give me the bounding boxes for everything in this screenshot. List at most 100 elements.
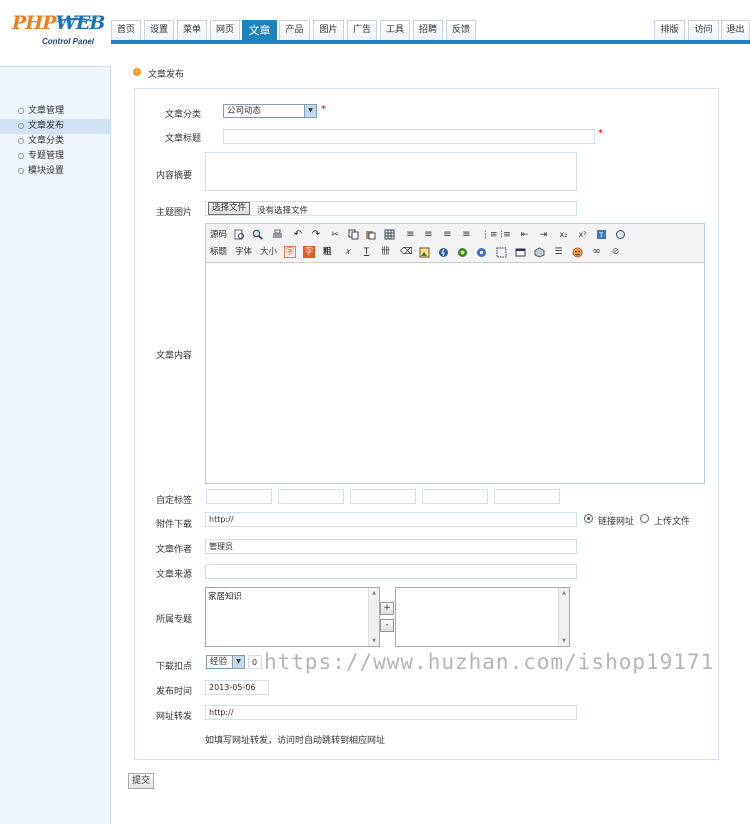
print-icon[interactable] [272,229,283,240]
image-label: 主题图片 [156,208,193,218]
source-input[interactable] [205,564,577,579]
tab-jobs[interactable]: 招聘 [413,20,443,40]
svg-text:T: T [598,232,604,240]
author-input[interactable]: 管理员 [205,539,577,554]
align-justify-icon[interactable]: ≡ [461,229,472,241]
tab-tools[interactable]: 工具 [380,20,410,40]
topic-label: 所属专题 [156,615,193,625]
list-item[interactable]: 家居知识 [208,590,242,602]
choose-file-button[interactable]: 选择文件 [208,202,251,215]
tab-settings[interactable]: 设置 [144,20,174,40]
align-center-icon[interactable]: ≡ [423,229,434,241]
points-type-select[interactable]: 经验 ▼ [206,655,245,669]
add-topic-button[interactable]: + [380,602,394,615]
heading-button[interactable]: 标题 [210,246,227,258]
format-icon[interactable]: T [596,229,607,240]
ordered-list-icon[interactable]: ⋮≡ [481,229,498,241]
font-button[interactable]: 字体 [235,246,252,258]
tag-input-1[interactable] [206,489,272,504]
tab-layout[interactable]: 排版 [654,20,685,40]
category-select[interactable]: 公司动态 ▼ [223,104,317,118]
redo-icon[interactable]: ↷ [311,229,321,241]
paste-icon[interactable] [365,229,376,240]
preview-icon[interactable] [234,229,245,240]
link-icon[interactable]: ∞ [591,246,602,258]
flash-icon[interactable] [438,247,449,258]
required-mark: * [598,128,603,139]
help-icon[interactable] [615,229,626,240]
align-left-icon[interactable]: ≡ [405,229,416,241]
cube-icon[interactable] [534,247,545,258]
italic-icon[interactable]: 𝑥 [342,246,353,258]
tab-images[interactable]: 图片 [313,20,344,40]
table-icon[interactable] [384,229,395,240]
scrollbar[interactable]: ▲ ▼ [368,588,379,646]
frame-icon[interactable] [515,247,526,258]
tab-home[interactable]: 首页 [111,20,141,40]
eraser-icon[interactable]: ⌫ [400,246,413,258]
bullet-list-icon[interactable]: ⁝≡ [500,229,511,241]
title-input[interactable] [223,129,595,144]
tag-input-5[interactable] [494,489,560,504]
submit-button[interactable]: 提交 [128,773,155,789]
tab-articles[interactable]: 文章 [242,20,277,40]
tag-input-2[interactable] [278,489,344,504]
underline-icon[interactable]: T [361,246,372,258]
tag-input-4[interactable] [422,489,488,504]
cut-icon[interactable]: ✂ [330,229,340,241]
tab-logout[interactable]: 退出 [721,20,750,40]
image-icon[interactable] [419,247,430,258]
tag-input-3[interactable] [350,489,416,504]
points-input[interactable]: 0 [248,655,262,669]
sidebar-item-article-category[interactable]: 文章分类 [0,134,110,149]
bg-color-button[interactable]: 字 [303,246,315,258]
attach-input[interactable]: http:// [205,512,577,527]
time-input[interactable]: 2013-05-06 [205,680,269,695]
redirect-input[interactable]: http:// [205,705,577,720]
scroll-down-icon[interactable]: ▼ [369,636,379,646]
indent-icon[interactable]: ⇥ [538,229,549,241]
unlink-icon[interactable]: ⊘ [610,246,621,258]
tab-menu[interactable]: 菜单 [177,20,207,40]
tab-feedback[interactable]: 反馈 [446,20,476,40]
breadcrumb-text: 文章发布 [148,70,185,80]
sidebar-item-article-manage[interactable]: 文章管理 [0,104,110,119]
select-all-icon[interactable] [496,247,507,258]
radio-upload[interactable] [640,514,649,523]
sidebar-item-module-settings[interactable]: 模块设置 [0,164,110,179]
sidebar-item-topic-manage[interactable]: 专题管理 [0,149,110,164]
scroll-up-icon[interactable]: ▲ [559,588,569,598]
strike-icon[interactable]: 卌 [380,246,391,258]
summary-label: 内容摘要 [156,171,193,181]
media-icon[interactable] [457,247,468,258]
tab-visit[interactable]: 访问 [688,20,719,40]
align-right-icon[interactable]: ≡ [442,229,453,241]
sidebar-item-article-publish[interactable]: 文章发布 [0,119,110,134]
hr-icon[interactable]: ☰ [553,246,564,258]
remove-topic-button[interactable]: - [380,619,394,632]
radio-link[interactable] [584,514,593,523]
bullet-icon [18,168,24,174]
tab-products[interactable]: 产品 [279,20,310,40]
scroll-up-icon[interactable]: ▲ [369,588,379,598]
summary-textarea[interactable] [205,152,577,191]
outdent-icon[interactable]: ⇤ [519,229,530,241]
logo: PHPWEB Control Panel [10,12,106,52]
topic-list-available[interactable]: 家居知识 ▲ ▼ [205,587,380,647]
subscript-icon[interactable]: x₂ [558,229,569,241]
source-button[interactable]: 源码 [210,229,227,241]
tab-pages[interactable]: 网页 [210,20,240,40]
bold-button[interactable]: 粗 [323,246,332,258]
topic-list-selected[interactable]: ▲ ▼ [395,587,570,647]
scroll-down-icon[interactable]: ▼ [559,636,569,646]
emoticon-icon[interactable] [572,247,583,258]
font-color-button[interactable]: 字 [284,246,296,258]
superscript-icon[interactable]: x² [577,229,588,241]
tab-ads[interactable]: 广告 [347,20,377,40]
undo-icon[interactable]: ↶ [293,229,303,241]
copy-icon[interactable] [348,229,359,240]
audio-icon[interactable] [476,247,487,258]
size-button[interactable]: 大小 [260,246,277,258]
scrollbar[interactable]: ▲ ▼ [558,588,569,646]
search-icon[interactable] [252,229,263,240]
